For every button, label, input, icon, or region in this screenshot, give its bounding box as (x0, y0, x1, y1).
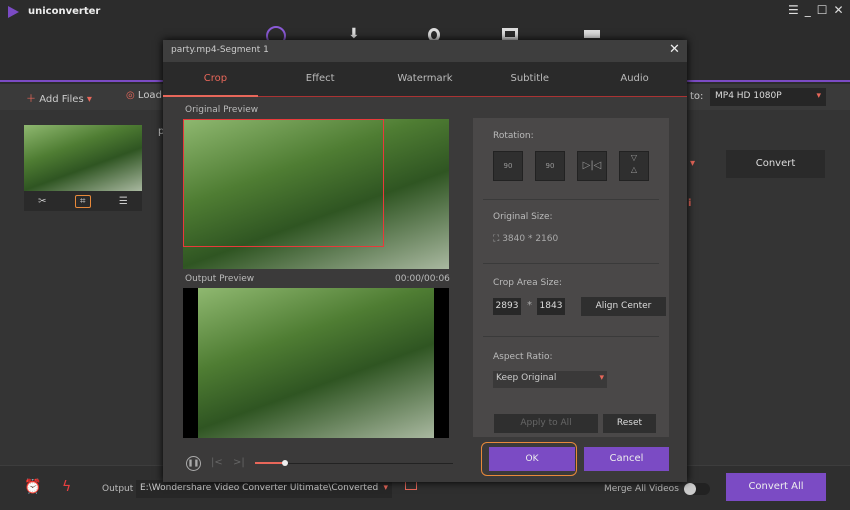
disc-icon: ◎ (126, 90, 135, 101)
crop-rectangle[interactable] (183, 119, 384, 247)
active-tab-indicator (163, 95, 258, 97)
load-button[interactable]: ◎ Load (126, 90, 162, 101)
tab-effect[interactable]: Effect (268, 62, 373, 96)
resize-icon: ⛶ (493, 234, 500, 244)
convert-all-button[interactable]: Convert All (726, 473, 826, 501)
tab-crop[interactable]: Crop (163, 62, 268, 96)
dialog-title: party.mp4-Segment 1 (171, 45, 269, 55)
aspect-ratio-label: Aspect Ratio: (493, 352, 553, 362)
pause-icon[interactable]: ❚❚ (186, 456, 201, 471)
playback-handle[interactable] (281, 460, 288, 466)
alarm-icon[interactable]: ⏰ (24, 479, 41, 495)
crop-width-input[interactable]: 2893 (493, 298, 521, 315)
output-preview (183, 288, 449, 438)
flip-vertical-icon[interactable]: ▽ △ (619, 151, 649, 181)
close-icon[interactable]: ✕ (834, 3, 844, 17)
crop-settings-panel: Rotation: 90 90 ▷|◁ ▽ △ Original Size: ⛶ … (473, 118, 669, 437)
menu-icon[interactable]: ☰ (788, 3, 799, 17)
minimize-icon[interactable]: _ (805, 3, 811, 17)
maximize-icon[interactable]: ☐ (817, 3, 828, 17)
crop-separator: * (527, 300, 532, 311)
output-path-select[interactable]: E:\Wondershare Video Converter Ultimate\… (136, 480, 392, 498)
tab-subtitle[interactable]: Subtitle (477, 62, 582, 96)
dialog-tabs: Crop Effect Watermark Subtitle Audio (163, 62, 687, 96)
apply-to-all-button[interactable]: Apply to All (494, 414, 598, 433)
convert-button[interactable]: Convert (726, 150, 825, 178)
transfer-icon[interactable] (502, 28, 518, 40)
ok-button[interactable]: OK (489, 447, 575, 471)
crop-dialog: party.mp4-Segment 1 ✕ Crop Effect Waterm… (163, 40, 687, 482)
original-preview-label: Original Preview (185, 105, 259, 115)
plus-icon: ＋ (26, 94, 36, 105)
playback-progress (255, 462, 285, 464)
merge-label: Merge All Videos (604, 484, 679, 494)
merge-toggle[interactable] (684, 483, 710, 495)
convert-to-label: to: (690, 91, 704, 102)
app-logo-icon (8, 6, 19, 18)
original-size-value: 3840 * 2160 (502, 234, 559, 244)
crop-area-label: Crop Area Size: (493, 278, 562, 288)
info-icon[interactable]: i (688, 198, 691, 209)
next-icon[interactable]: >| (233, 457, 245, 468)
format-dropdown-icon[interactable]: ▾ (690, 158, 695, 169)
rotation-label: Rotation: (493, 131, 534, 141)
toolbox-icon[interactable] (584, 30, 600, 38)
trim-icon[interactable]: ✂ (38, 196, 46, 207)
rotate-right-icon[interactable]: 90 (535, 151, 565, 181)
output-label: Output (102, 484, 134, 494)
file-thumbnail[interactable] (24, 125, 142, 191)
previous-icon[interactable]: |< (211, 457, 223, 468)
close-dialog-icon[interactable]: ✕ (669, 42, 680, 57)
rotate-left-icon[interactable]: 90 (493, 151, 523, 181)
cancel-button[interactable]: Cancel (584, 447, 669, 471)
output-preview-label: Output Preview (185, 274, 255, 284)
folder-icon[interactable] (405, 481, 417, 490)
time-display: 00:00/00:06 (395, 274, 450, 284)
add-files-button[interactable]: ＋ Add Files ▾ (26, 90, 92, 105)
format-select[interactable]: MP4 HD 1080P ▾ (710, 88, 826, 106)
flip-horizontal-icon[interactable]: ▷|◁ (577, 151, 607, 181)
app-title: uniconverter (28, 6, 101, 17)
crop-icon[interactable]: ⌗ (74, 194, 91, 208)
original-size-label: Original Size: (493, 212, 553, 222)
aspect-ratio-select[interactable]: Keep Original ▾ (493, 371, 607, 388)
effects-icon[interactable]: ☰ (119, 196, 128, 207)
reset-button[interactable]: Reset (603, 414, 656, 433)
crop-height-input[interactable]: 1843 (537, 298, 565, 315)
align-center-button[interactable]: Align Center (581, 297, 666, 316)
tab-watermark[interactable]: Watermark (373, 62, 478, 96)
tab-audio[interactable]: Audio (582, 62, 687, 96)
lightning-icon[interactable]: ϟ (62, 479, 71, 495)
